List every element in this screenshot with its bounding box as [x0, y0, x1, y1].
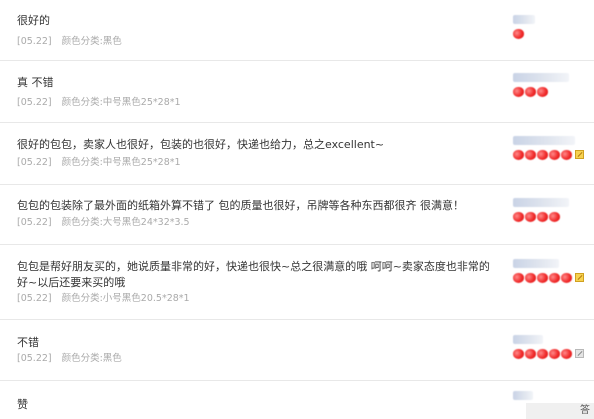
review-content: 很好的 [17, 14, 50, 27]
heart-icon [513, 349, 524, 359]
reviewer [513, 15, 591, 41]
heart-icon [549, 150, 560, 160]
review-date: [05.22] [17, 293, 52, 304]
review-meta: [05.22] 颜色分类:中号黑色25*28*1 [17, 96, 181, 110]
review-meta: [05.22] 颜色分类:黑色 [17, 352, 122, 366]
reviewer [513, 259, 591, 285]
review-item: 真 不错 [05.22] 颜色分类:中号黑色25*28*1 [0, 61, 594, 123]
heart-icon [549, 273, 560, 283]
review-content: 很好的包包，卖家人也很好，包装的也很好，快递也给力，总之excellent~ [17, 138, 385, 151]
heart-icon [561, 150, 572, 160]
heart-icon [513, 150, 524, 160]
reviewer-level [513, 150, 591, 162]
review-date: [05.22] [17, 353, 52, 364]
reviewer-name[interactable] [513, 391, 533, 400]
reviewer-name[interactable] [513, 335, 543, 344]
heart-icon [525, 273, 536, 283]
reviewer-level [513, 212, 591, 224]
review-item: 不错 [05.22] 颜色分类:黑色 [0, 320, 594, 381]
review-meta: [05.22] 颜色分类:黑色 [17, 35, 122, 49]
review-sku: 颜色分类:黑色 [61, 36, 122, 47]
review-meta: [05.22] 颜色分类:大号黑色24*32*3.5 [17, 216, 190, 230]
review-content: 赞 [17, 398, 28, 411]
review-content: 包包是帮好朋友买的，她说质量非常的好，快递也很快~总之很满意的哦 呵呵~卖家态度… [17, 260, 490, 289]
reviewer-name[interactable] [513, 198, 569, 207]
heart-icon [525, 87, 536, 97]
reviewer-level [513, 273, 591, 285]
review-content: 真 不错 [17, 76, 54, 89]
review-item: 包包的包装除了最外面的纸箱外算不错了 包的质量也很好，吊牌等各种东西都很齐 很满… [0, 185, 594, 245]
heart-icon [561, 273, 572, 283]
review-sku: 颜色分类:中号黑色25*28*1 [61, 157, 181, 168]
heart-icon [561, 349, 572, 359]
heart-icon [525, 349, 536, 359]
reviewer-name[interactable] [513, 15, 535, 24]
review-item: 包包是帮好朋友买的，她说质量非常的好，快递也很快~总之很满意的哦 呵呵~卖家态度… [0, 245, 594, 320]
reviewer-level [513, 29, 591, 41]
heart-icon [525, 150, 536, 160]
reviewer [513, 198, 591, 224]
reviewer-name[interactable] [513, 136, 575, 145]
reviewer [513, 136, 591, 162]
heart-icon [513, 212, 524, 222]
photo-icon[interactable] [575, 150, 584, 159]
heart-icon [513, 87, 524, 97]
watermark: 答 [526, 403, 594, 419]
reviewer-level [513, 87, 591, 99]
review-date: [05.22] [17, 97, 52, 108]
heart-icon [537, 349, 548, 359]
photo-icon[interactable] [575, 273, 584, 282]
reviewer-level [513, 349, 591, 361]
heart-icon [537, 273, 548, 283]
review-meta: [05.22] 颜色分类:小号黑色20.5*28*1 [17, 292, 190, 306]
heart-icon [549, 212, 560, 222]
heart-icon [537, 87, 548, 97]
heart-icon [537, 212, 548, 222]
review-sku: 颜色分类:大号黑色24*32*3.5 [61, 217, 190, 228]
review-date: [05.22] [17, 157, 52, 168]
photo-icon[interactable] [575, 349, 584, 358]
heart-icon [537, 150, 548, 160]
heart-icon [513, 273, 524, 283]
reviewer-name[interactable] [513, 259, 559, 268]
review-item: 很好的包包，卖家人也很好，包装的也很好，快递也给力，总之excellent~ [0… [0, 123, 594, 185]
review-content: 不错 [17, 336, 39, 349]
review-item: 赞 [0, 381, 594, 419]
review-sku: 颜色分类:中号黑色25*28*1 [61, 97, 181, 108]
heart-icon [549, 349, 560, 359]
heart-icon [513, 29, 524, 39]
review-date: [05.22] [17, 217, 52, 228]
reviewer [513, 73, 591, 99]
review-date: [05.22] [17, 36, 52, 47]
reviewer-name[interactable] [513, 73, 569, 82]
review-meta: [05.22] 颜色分类:中号黑色25*28*1 [17, 156, 181, 170]
heart-icon [525, 212, 536, 222]
review-content: 包包的包装除了最外面的纸箱外算不错了 包的质量也很好，吊牌等各种东西都很齐 很满… [17, 199, 464, 212]
review-sku: 颜色分类:黑色 [61, 353, 122, 364]
review-sku: 颜色分类:小号黑色20.5*28*1 [61, 293, 190, 304]
reviewer [513, 335, 591, 361]
review-item: 很好的 [05.22] 颜色分类:黑色 [0, 0, 594, 61]
